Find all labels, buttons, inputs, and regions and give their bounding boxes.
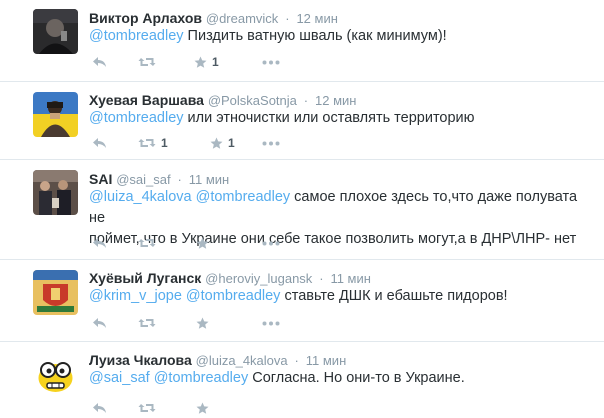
author-handle[interactable]: @luiza_4kalova [196,353,288,368]
tweet: Луиза Чкалова @luiza_4kalova · 11 мин @s… [0,342,604,418]
tweet-text: @luiza_4kalova @tombreadley самое плохое… [89,187,586,250]
separator: · [177,172,182,187]
reply-icon[interactable] [92,317,107,329]
avatar[interactable] [33,9,78,54]
retweet-icon[interactable]: 1 [138,136,168,150]
separator: · [285,11,290,26]
favorite-count: 1 [212,55,219,69]
favorite-icon[interactable]: 1 [194,55,219,69]
tweet: Хуёвый Луганск @heroviy_lugansk · 11 мин… [0,260,604,342]
tweet-body: Согласна. Но они-то в Украине. [248,370,465,386]
timestamp[interactable]: 11 мин [306,353,347,368]
favorite-icon[interactable]: 1 [210,136,235,150]
separator: · [303,93,309,108]
mention-link[interactable]: @tombreadley [89,28,184,44]
favorite-icon[interactable] [196,402,209,415]
mention-link[interactable]: @tombreadley [89,110,184,126]
retweet-icon[interactable] [138,56,161,68]
timestamp[interactable]: 11 мин [330,271,371,286]
timeline: Виктор Арлахов @dreamvick · 12 мин @tomb… [0,0,604,418]
separator: · [319,271,324,286]
author-name[interactable]: SAI [89,171,112,187]
tweet-body: ставьте ДШК и ебашьте пидоров! [280,288,508,304]
separator: · [294,353,299,368]
more-icon[interactable] [262,241,280,246]
avatar[interactable] [33,270,78,315]
timestamp[interactable]: 12 мин [315,93,356,108]
author-handle[interactable]: @heroviy_lugansk [205,271,312,286]
author-handle[interactable]: @dreamvick [206,11,278,26]
tweet-text: @sai_saf @tombreadley Согласна. Но они-т… [89,368,586,389]
mention-link[interactable]: @tombreadley [196,189,291,205]
timestamp[interactable]: 11 мин [189,172,230,187]
tweet-text: @tombreadley Пиздить ватную шваль (как м… [89,26,586,47]
avatar[interactable] [33,170,78,215]
author-handle[interactable]: @PolskaSotnja [208,93,297,108]
tweet: Хуевая Варшава @PolskaSotnja · 12 мин @t… [0,82,604,160]
mention-link[interactable]: @sai_saf [89,370,150,386]
tweet-text: @tombreadley или этночистки или оставлят… [89,108,586,129]
tweet: Виктор Арлахов @dreamvick · 12 мин @tomb… [0,0,604,82]
reply-icon[interactable] [92,237,107,249]
author-name[interactable]: Хуевая Варшава [89,92,204,108]
tweet-body: или этночистки или оставлять территорию [183,110,475,126]
favorite-icon[interactable] [196,237,209,250]
reply-icon[interactable] [92,402,107,414]
retweet-icon[interactable] [138,402,156,414]
favorite-icon[interactable] [196,317,209,330]
author-name[interactable]: Луиза Чкалова [89,352,192,368]
mention-link[interactable]: @tombreadley [154,370,249,386]
mention-link[interactable]: @luiza_4kalova [89,189,192,205]
avatar[interactable] [33,352,78,397]
tweet-text: @krim_v_jope @tombreadley ставьте ДШК и … [89,286,586,307]
tweet-body: Пиздить ватную шваль (как минимум)! [183,28,447,44]
author-handle[interactable]: @sai_saf [116,172,170,187]
author-name[interactable]: Хуёвый Луганск [89,270,201,286]
retweet-icon[interactable] [138,237,156,249]
more-icon[interactable] [262,321,280,326]
reply-icon[interactable] [92,56,107,68]
avatar[interactable] [33,92,78,137]
author-name[interactable]: Виктор Арлахов [89,10,202,26]
retweet-icon[interactable] [138,317,156,329]
tweet: SAI @sai_saf · 11 мин @luiza_4kalova @to… [0,160,604,260]
mention-link[interactable]: @tombreadley [186,288,281,304]
more-icon[interactable] [262,60,280,65]
timestamp[interactable]: 12 мин [296,11,337,26]
reply-icon[interactable] [92,137,107,149]
tweet-body-line2: поймет, что в Украине они себе такое поз… [89,231,577,247]
retweet-count: 1 [161,136,168,150]
mention-link[interactable]: @krim_v_jope [89,288,182,304]
more-icon[interactable] [262,141,280,146]
favorite-count: 1 [228,136,235,150]
